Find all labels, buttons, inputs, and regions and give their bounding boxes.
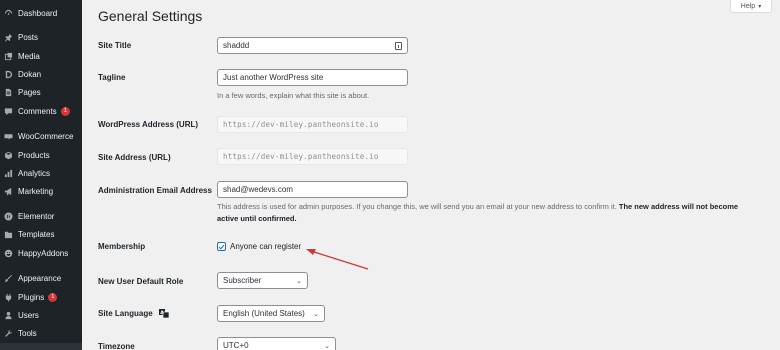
- default-role-select[interactable]: Subscriber ⌄: [217, 272, 308, 289]
- comment-icon: [4, 107, 13, 116]
- sidebar-item-marketing[interactable]: Marketing: [0, 184, 82, 198]
- sidebar-item-label: Analytics: [18, 168, 51, 178]
- plug-icon: [4, 293, 13, 302]
- anyone-can-register-label[interactable]: Anyone can register: [230, 242, 301, 251]
- help-tab-button[interactable]: Help ▾: [730, 0, 772, 13]
- sidebar-item-label: Media: [18, 51, 40, 61]
- sidebar-item-elementor[interactable]: Elementor: [0, 209, 82, 223]
- sidebar-item-label: Dashboard: [18, 8, 58, 18]
- wordpress-address-input: https://dev-miley.pantheonsite.io: [217, 116, 408, 133]
- admin-email-description-text: This address is used for admin purposes.…: [217, 202, 617, 211]
- sidebar-item-products[interactable]: Products: [0, 148, 82, 162]
- pin-icon: [4, 33, 13, 42]
- sidebar-item-analytics[interactable]: Analytics: [0, 166, 82, 180]
- sidebar-item-label: Products: [18, 150, 50, 160]
- site-title-input[interactable]: shaddd: [217, 37, 408, 54]
- sidebar-item-templates[interactable]: Templates: [0, 227, 82, 241]
- annotation-arrow: [306, 249, 369, 270]
- sidebar-item-users[interactable]: Users: [0, 308, 82, 322]
- sidebar-item-label: Dokan: [18, 69, 42, 79]
- smiley-icon: [4, 249, 13, 258]
- tagline-input[interactable]: Just another WordPress site: [217, 69, 408, 86]
- site-title-label: Site Title: [98, 41, 132, 50]
- sidebar-item-plugins[interactable]: Plugins 1: [0, 290, 82, 304]
- sidebar-item-label: Pages: [18, 87, 41, 97]
- site-language-label: Site Language A: [98, 309, 169, 319]
- admin-email-description: This address is used for admin purposes.…: [217, 201, 757, 225]
- woocommerce-icon: [4, 132, 13, 141]
- admin-sidebar: Dashboard Posts Media Dokan Pages Commen…: [0, 0, 82, 350]
- sidebar-item-label: Comments: [18, 106, 57, 116]
- wordpress-address-value: https://dev-miley.pantheonsite.io: [223, 120, 379, 129]
- site-address-input: https://dev-miley.pantheonsite.io: [217, 148, 408, 165]
- default-role-value: Subscriber: [223, 276, 262, 285]
- sidebar-item-label: Posts: [18, 32, 39, 42]
- sidebar-item-label: HappyAddons: [18, 248, 69, 258]
- site-address-value: https://dev-miley.pantheonsite.io: [223, 152, 379, 161]
- sidebar-item-settings-partial: [0, 343, 82, 350]
- caret-down-icon: ▾: [758, 3, 762, 10]
- sidebar-item-tools[interactable]: Tools: [0, 326, 82, 340]
- checkmark-icon: [218, 244, 225, 250]
- site-title-value: shaddd: [223, 41, 250, 50]
- bar-chart-icon: [4, 169, 13, 178]
- user-icon: [4, 311, 13, 320]
- sidebar-item-label: Marketing: [18, 186, 54, 196]
- settings-main: General Settings Help ▾ Site Title shadd…: [82, 0, 780, 350]
- site-language-select[interactable]: English (United States) ⌄: [217, 305, 325, 322]
- timezone-label: Timezone: [98, 342, 135, 350]
- default-role-label: New User Default Role: [98, 277, 184, 286]
- wordpress-address-label: WordPress Address (URL): [98, 120, 199, 129]
- sidebar-item-label: Users: [18, 310, 39, 320]
- sidebar-item-comments[interactable]: Comments 1: [0, 104, 82, 118]
- wrench-icon: [4, 329, 13, 338]
- sidebar-item-woocommerce[interactable]: WooCommerce: [0, 129, 82, 143]
- password-manager-icon: [395, 41, 402, 50]
- page-title: General Settings: [98, 8, 203, 24]
- megaphone-icon: [4, 187, 13, 196]
- dashboard-icon: [4, 9, 13, 18]
- dokan-icon: [4, 70, 13, 79]
- sidebar-item-appearance[interactable]: Appearance: [0, 271, 82, 285]
- sidebar-item-happyaddons[interactable]: HappyAddons: [0, 246, 82, 260]
- sidebar-item-label: Plugins: [18, 292, 45, 302]
- cube-icon: [4, 151, 13, 160]
- chevron-down-icon: ⌄: [296, 277, 302, 285]
- comments-count-badge: 1: [60, 106, 70, 116]
- sidebar-item-dashboard[interactable]: Dashboard: [0, 6, 82, 20]
- tagline-label: Tagline: [98, 73, 126, 82]
- translation-icon: A: [158, 309, 169, 319]
- membership-label: Membership: [98, 242, 146, 251]
- anyone-can-register-checkbox[interactable]: [217, 242, 226, 251]
- plugins-update-badge: 1: [48, 292, 58, 302]
- sidebar-item-label: Elementor: [18, 211, 55, 221]
- site-language-label-text: Site Language: [98, 309, 153, 318]
- site-language-value: English (United States): [223, 309, 305, 318]
- brush-icon: [4, 274, 13, 283]
- sidebar-item-media[interactable]: Media: [0, 49, 82, 63]
- chevron-down-icon: ⌄: [313, 310, 319, 318]
- elementor-icon: [4, 211, 13, 221]
- sidebar-item-label: Tools: [18, 328, 37, 338]
- help-label: Help: [740, 2, 756, 10]
- admin-email-input[interactable]: shad@wedevs.com: [217, 181, 408, 198]
- svg-text:A: A: [160, 310, 164, 316]
- admin-email-label: Administration Email Address: [98, 186, 212, 195]
- chevron-down-icon: ⌄: [324, 342, 330, 350]
- sidebar-item-label: Templates: [18, 229, 55, 239]
- tagline-value: Just another WordPress site: [223, 73, 324, 82]
- sidebar-item-label: WooCommerce: [18, 131, 74, 141]
- sidebar-item-label: Appearance: [18, 273, 62, 283]
- sidebar-item-dokan[interactable]: Dokan: [0, 67, 82, 81]
- site-address-label: Site Address (URL): [98, 153, 171, 162]
- timezone-select[interactable]: UTC+0 ⌄: [217, 337, 336, 350]
- folder-icon: [4, 230, 13, 239]
- timezone-value: UTC+0: [223, 341, 249, 350]
- sidebar-item-pages[interactable]: Pages: [0, 85, 82, 99]
- admin-email-value: shad@wedevs.com: [223, 185, 293, 194]
- tagline-description: In a few words, explain what this site i…: [217, 91, 370, 100]
- page-icon: [4, 88, 13, 97]
- sidebar-item-posts[interactable]: Posts: [0, 30, 82, 44]
- media-icon: [4, 52, 13, 61]
